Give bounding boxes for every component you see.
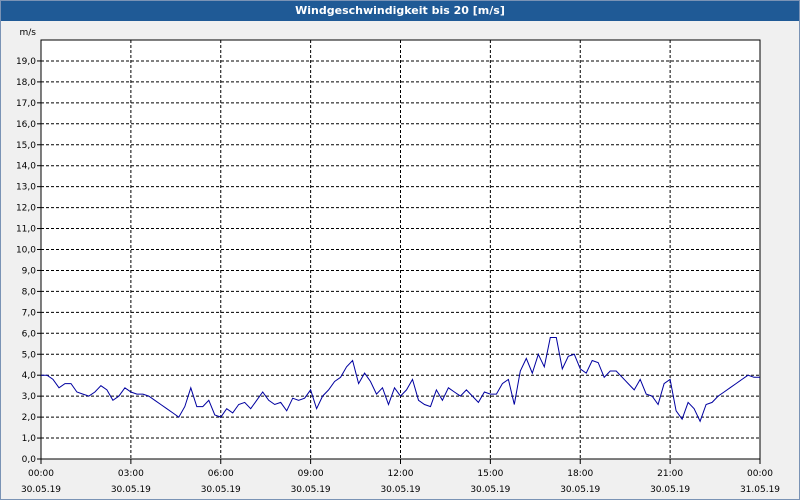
y-tick-label: 2,0 — [22, 413, 37, 423]
x-tick-time-label: 00:00 — [747, 469, 773, 479]
x-tick-time-label: 00:00 — [28, 469, 54, 479]
y-tick-label: 14,0 — [16, 162, 36, 172]
wind-speed-chart: 0,0 1,0 2,0 3,0 4,0 5,0 6,0 7,0 8,0 9,0 10,0 11,0 12… — [16, 28, 780, 495]
y-tick-label: 13,0 — [16, 183, 36, 193]
x-tick-time-label: 03:00 — [118, 469, 144, 479]
y-tick-label: 19,0 — [16, 57, 36, 67]
y-tick-label: 10,0 — [16, 246, 36, 256]
y-tick-label: 5,0 — [22, 350, 37, 360]
x-tick-time-label: 21:00 — [657, 469, 683, 479]
y-tick-label: 12,0 — [16, 204, 36, 214]
x-tick-time-label: 06:00 — [208, 469, 234, 479]
y-tick-label: 9,0 — [22, 266, 37, 276]
y-tick-label: 16,0 — [16, 120, 36, 130]
y-tick-label: 17,0 — [16, 99, 36, 109]
x-tick-date-label: 30.05.19 — [111, 485, 151, 495]
y-tick-label: 3,0 — [22, 392, 37, 402]
x-tick-date-label: 30.05.19 — [650, 485, 690, 495]
y-tick-label: 1,0 — [22, 434, 37, 444]
y-axis-unit-label: m/s — [20, 28, 37, 38]
x-tick-time-label: 18:00 — [567, 469, 593, 479]
y-tick-label: 4,0 — [22, 371, 37, 381]
x-tick-date-label: 31.05.19 — [740, 485, 780, 495]
x-axis: 00:00 30.05.19 03:00 30.05.19 06:00 30.05.19 0… — [21, 459, 780, 495]
x-tick-time-label: 12:00 — [388, 469, 414, 479]
y-tick-label: 18,0 — [16, 78, 36, 88]
x-tick-date-label: 30.05.19 — [560, 485, 600, 495]
x-tick-date-label: 30.05.19 — [21, 485, 61, 495]
x-tick-time-label: 09:00 — [298, 469, 324, 479]
y-tick-label: 15,0 — [16, 141, 36, 151]
window-title: Windgeschwindigkeit bis 20 [m/s] — [1, 1, 799, 21]
x-tick-date-label: 30.05.19 — [380, 485, 420, 495]
y-tick-label: 8,0 — [22, 287, 37, 297]
x-tick-time-label: 15:00 — [477, 469, 503, 479]
y-tick-label: 0,0 — [22, 455, 37, 465]
x-tick-date-label: 30.05.19 — [201, 485, 241, 495]
x-tick-date-label: 30.05.19 — [470, 485, 510, 495]
y-axis: 0,0 1,0 2,0 3,0 4,0 5,0 6,0 7,0 8,0 9,0 10,0 11,0 12… — [16, 57, 41, 465]
y-tick-label: 11,0 — [16, 225, 36, 235]
x-tick-date-label: 30.05.19 — [291, 485, 331, 495]
y-tick-label: 7,0 — [22, 308, 37, 318]
y-tick-label: 6,0 — [22, 329, 37, 339]
chart-window: Windgeschwindigkeit bis 20 [m/s] 0,0 1,0 2… — [0, 0, 800, 500]
